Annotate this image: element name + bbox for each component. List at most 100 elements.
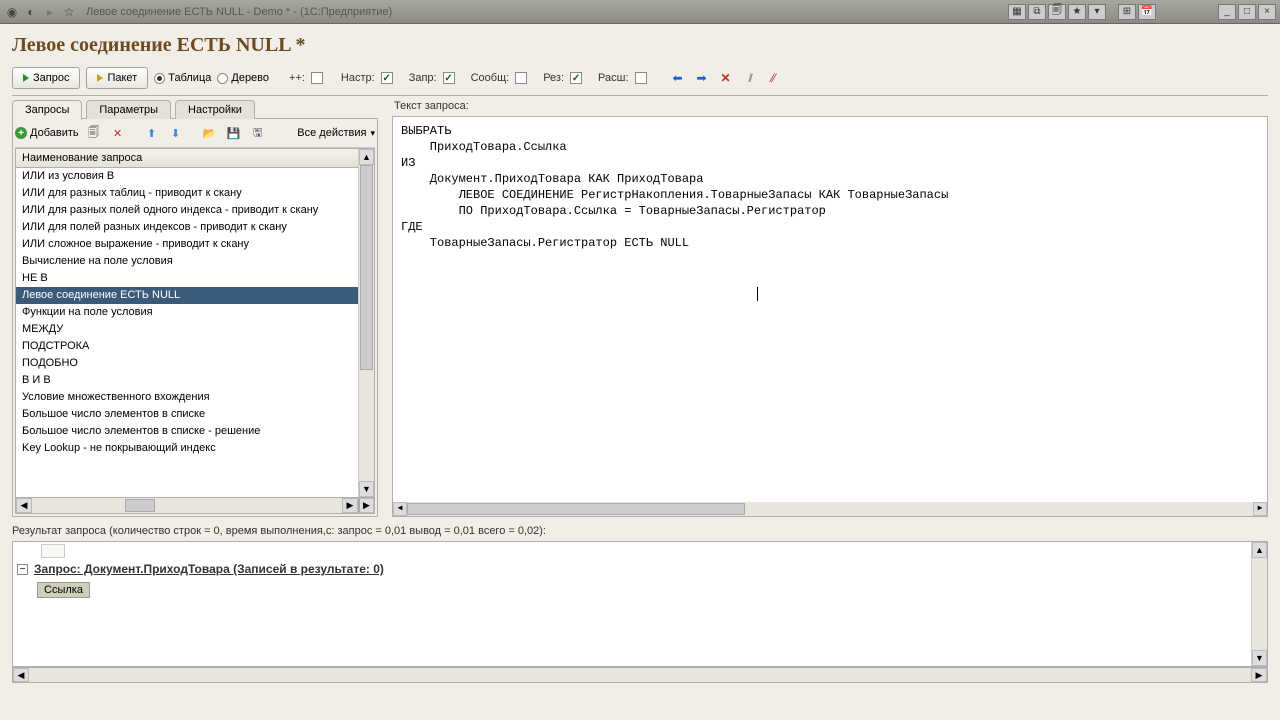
result-hscroll[interactable]: ◀ ▶ xyxy=(12,667,1268,683)
collapse-icon[interactable]: − xyxy=(17,564,28,575)
editor-hscroll[interactable]: ◀ ▶ xyxy=(393,502,1267,516)
next-icon[interactable]: ➡ xyxy=(693,69,711,87)
move-down-icon[interactable]: ⬇ xyxy=(167,124,185,142)
run-batch-button[interactable]: Пакет xyxy=(86,67,148,89)
list-item[interactable]: ИЛИ сложное выражение - приводит к скану xyxy=(16,236,358,253)
save-icon[interactable]: 💾 xyxy=(225,124,243,142)
plusplus-label: ++: xyxy=(289,72,305,84)
move-up-icon[interactable]: ⬆ xyxy=(143,124,161,142)
view-tree-radio[interactable]: Дерево xyxy=(217,72,269,84)
tab-settings[interactable]: Настройки xyxy=(175,100,255,119)
tb-btn-3[interactable]: 🗐 xyxy=(1048,4,1066,20)
nastr-checkbox[interactable] xyxy=(381,72,393,84)
comment-icon[interactable]: // xyxy=(741,69,759,87)
play-icon xyxy=(23,74,29,82)
list-header[interactable]: Наименование запроса xyxy=(16,149,358,168)
app-icon: ◉ xyxy=(4,4,20,20)
list-item[interactable]: Key Lookup - не покрывающий индекс xyxy=(16,440,358,457)
left-pane: Запросы Параметры Настройки +Добавить 🗐 … xyxy=(12,100,378,517)
run-query-button[interactable]: Запрос xyxy=(12,67,80,89)
list-item[interactable]: МЕЖДУ xyxy=(16,321,358,338)
list-item[interactable]: Большое число элементов в списке - решен… xyxy=(16,423,358,440)
scroll-end-icon[interactable]: ▶ xyxy=(358,498,374,513)
scroll-right-icon[interactable]: ▶ xyxy=(342,498,358,513)
list-item[interactable]: ИЛИ для разных полей одного индекса - пр… xyxy=(16,202,358,219)
saveall-icon[interactable]: 🖫 xyxy=(249,124,267,142)
rez-label: Рез: xyxy=(543,72,564,84)
scroll-thumb[interactable] xyxy=(360,165,373,370)
all-actions-menu[interactable]: Все действия xyxy=(297,127,375,139)
play-batch-icon xyxy=(97,74,103,82)
list-item[interactable]: ИЛИ из условия В xyxy=(16,168,358,185)
load-icon[interactable]: 📂 xyxy=(201,124,219,142)
fwd-icon[interactable]: ▸ xyxy=(42,4,58,20)
radio-tree-label: Дерево xyxy=(231,72,269,84)
prev-icon[interactable]: ⬅ xyxy=(669,69,687,87)
res-scroll-down-icon[interactable]: ▼ xyxy=(1252,650,1267,666)
scroll-down-icon[interactable]: ▼ xyxy=(359,481,374,497)
list-item[interactable]: Вычисление на поле условия xyxy=(16,253,358,270)
window-title: Левое соединение ЕСТЬ NULL - Demo * - (1… xyxy=(86,6,392,18)
result-panel: − Запрос: Документ.ПриходТовара (Записей… xyxy=(12,541,1268,667)
list-vscroll[interactable]: ▲ ▼ xyxy=(358,149,374,497)
nastr-label: Настр: xyxy=(341,72,375,84)
list-hscroll[interactable]: ◀ ▶ ▶ xyxy=(15,498,375,514)
tb-btn-4[interactable]: ★ xyxy=(1068,4,1086,20)
result-vscroll[interactable]: ▲ ▼ xyxy=(1251,542,1267,666)
plusplus-checkbox[interactable] xyxy=(311,72,323,84)
scroll-up-icon[interactable]: ▲ xyxy=(359,149,374,165)
res-scroll-left-icon[interactable]: ◀ xyxy=(13,668,29,682)
uncomment-icon[interactable]: ⁄⁄ xyxy=(765,69,783,87)
list-item[interactable]: Большое число элементов в списке xyxy=(16,406,358,423)
tb-btn-1[interactable]: ▦ xyxy=(1008,4,1026,20)
remove-icon[interactable]: ✕ xyxy=(109,124,127,142)
result-empty-cell xyxy=(41,544,65,558)
scroll-left-icon[interactable]: ◀ xyxy=(16,498,32,513)
maximize-button[interactable]: □ xyxy=(1238,4,1256,20)
result-heading[interactable]: Запрос: Документ.ПриходТовара (Записей в… xyxy=(34,562,384,576)
text-cursor-icon xyxy=(757,287,758,301)
list-item[interactable]: НЕ В xyxy=(16,270,358,287)
star-icon[interactable]: ☆ xyxy=(61,4,77,20)
zapr-checkbox[interactable] xyxy=(443,72,455,84)
ed-scroll-right-icon[interactable]: ▶ xyxy=(1253,502,1267,516)
tab-queries[interactable]: Запросы xyxy=(12,100,82,120)
list-item[interactable]: Функции на поле условия xyxy=(16,304,358,321)
tb-btn-5[interactable]: ▾ xyxy=(1088,4,1106,20)
back-icon[interactable]: ◐ xyxy=(23,4,39,20)
soob-label: Сообщ: xyxy=(471,72,510,84)
delete-icon[interactable]: ✕ xyxy=(717,69,735,87)
query-editor[interactable]: ВЫБРАТЬ ПриходТовара.Ссылка ИЗ Документ.… xyxy=(392,116,1268,517)
result-column-header[interactable]: Ссылка xyxy=(37,582,90,598)
copy-icon[interactable]: 🗐 xyxy=(85,124,103,142)
minimize-button[interactable]: _ xyxy=(1218,4,1236,20)
calendar-icon[interactable]: 📅 xyxy=(1138,4,1156,20)
res-scroll-up-icon[interactable]: ▲ xyxy=(1252,542,1267,558)
view-table-radio[interactable]: Таблица xyxy=(154,72,211,84)
hscroll-thumb[interactable] xyxy=(125,499,155,512)
ed-scroll-left-icon[interactable]: ◀ xyxy=(393,502,407,516)
calc-icon[interactable]: ⊞ xyxy=(1118,4,1136,20)
close-button[interactable]: × xyxy=(1258,4,1276,20)
list-item[interactable]: В И В xyxy=(16,372,358,389)
list-item[interactable]: ИЛИ для разных таблиц - приводит к скану xyxy=(16,185,358,202)
tab-params[interactable]: Параметры xyxy=(86,100,171,119)
ed-hscroll-thumb[interactable] xyxy=(407,503,745,515)
radio-table-label: Таблица xyxy=(168,72,211,84)
rez-checkbox[interactable] xyxy=(570,72,582,84)
list-item[interactable]: ПОДОБНО xyxy=(16,355,358,372)
soob-checkbox[interactable] xyxy=(515,72,527,84)
rash-checkbox[interactable] xyxy=(635,72,647,84)
res-scroll-right-icon[interactable]: ▶ xyxy=(1251,668,1267,682)
radio-dot-on-icon xyxy=(154,73,165,84)
list-item[interactable]: Левое соединение ЕСТЬ NULL xyxy=(16,287,358,304)
rash-label: Расш: xyxy=(598,72,628,84)
list-item[interactable]: Условие множественного вхождения xyxy=(16,389,358,406)
tb-btn-2[interactable]: ⧉ xyxy=(1028,4,1046,20)
add-button[interactable]: +Добавить xyxy=(15,127,79,139)
list-toolbar: +Добавить 🗐 ✕ ⬆ ⬇ 📂 💾 🖫 Все действия xyxy=(15,121,375,148)
list-item[interactable]: ИЛИ для полей разных индексов - приводит… xyxy=(16,219,358,236)
plus-icon: + xyxy=(15,127,27,139)
editor-label: Текст запроса: xyxy=(394,100,1268,112)
list-item[interactable]: ПОДСТРОКА xyxy=(16,338,358,355)
